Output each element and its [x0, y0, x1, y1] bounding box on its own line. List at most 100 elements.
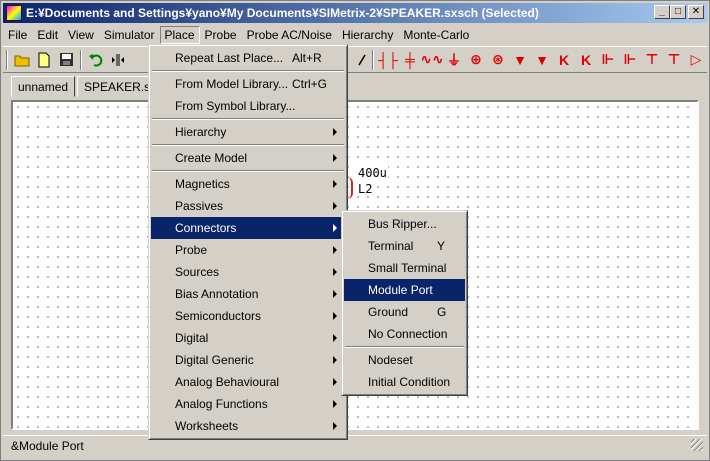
menu-probe[interactable]: Probe [200, 26, 242, 44]
submenu-arrow-icon [333, 356, 337, 364]
tab-unnamed[interactable]: unnamed [11, 76, 76, 97]
menu-item-label: Analog Behavioural [175, 375, 280, 389]
menu-item-label: Probe [175, 243, 208, 257]
close-button[interactable]: ✕ [688, 5, 704, 19]
menu-item-from-symbol-library[interactable]: From Symbol Library... [151, 95, 345, 117]
component-value-label[interactable]: 400u [357, 166, 388, 180]
menu-edit[interactable]: Edit [32, 26, 63, 44]
menu-item-nodeset[interactable]: Nodeset [344, 349, 465, 371]
menu-file[interactable]: File [3, 26, 32, 44]
menu-item-analog-behavioural[interactable]: Analog Behavioural [151, 371, 345, 393]
resistor-icon[interactable]: ┤├ [377, 49, 399, 71]
menu-item-label: From Model Library... [175, 77, 289, 91]
submenu-arrow-icon [333, 180, 337, 188]
undo-icon[interactable] [85, 49, 107, 71]
menu-item-magnetics[interactable]: Magnetics [151, 173, 345, 195]
menu-item-terminal[interactable]: Terminal Y [344, 235, 465, 257]
current-source-icon[interactable]: ⊛ [487, 49, 509, 71]
menu-item-connectors[interactable]: Connectors [151, 217, 345, 239]
status-text: &Module Port [11, 438, 84, 453]
menu-item-label: Digital Generic [175, 353, 254, 367]
menu-item-sources[interactable]: Sources [151, 261, 345, 283]
opamp-icon[interactable]: ▷ [685, 49, 707, 71]
menu-divider [345, 346, 464, 348]
connectors-submenu: Bus Ripper... Terminal Y Small Terminal M… [341, 210, 468, 396]
menu-item-label: Module Port [368, 283, 433, 297]
menu-item-bias-annotation[interactable]: Bias Annotation [151, 283, 345, 305]
voltage-source-icon[interactable]: ⊕ [465, 49, 487, 71]
menu-divider [152, 70, 344, 72]
nmos-icon[interactable]: ⊩ [597, 49, 619, 71]
menu-item-no-connection[interactable]: No Connection [344, 323, 465, 345]
menu-item-label: Sources [175, 265, 220, 279]
menu-item-digital-generic[interactable]: Digital Generic [151, 349, 345, 371]
menu-item-label: Bias Annotation [175, 287, 259, 301]
pnp-transistor-icon[interactable]: K [575, 49, 597, 71]
menu-item-shortcut: G [437, 305, 447, 319]
component-ref-label[interactable]: L2 [357, 182, 374, 196]
save-icon[interactable] [55, 49, 77, 71]
menu-item-small-terminal[interactable]: Small Terminal [344, 257, 465, 279]
submenu-arrow-icon [333, 290, 337, 298]
menu-item-digital[interactable]: Digital [151, 327, 345, 349]
menu-item-ground[interactable]: Ground G [344, 301, 465, 323]
menu-probe-ac-noise[interactable]: Probe AC/Noise [242, 26, 337, 44]
menu-monte-carlo[interactable]: Monte-Carlo [398, 26, 474, 44]
menu-item-semiconductors[interactable]: Semiconductors [151, 305, 345, 327]
submenu-arrow-icon [333, 154, 337, 162]
menu-place[interactable]: Place [159, 26, 200, 44]
menu-item-initial-condition[interactable]: Initial Condition [344, 371, 465, 393]
njfet-icon[interactable]: ⊤ [641, 49, 663, 71]
menu-item-label: Magnetics [175, 177, 230, 191]
menu-item-bus-ripper[interactable]: Bus Ripper... [344, 213, 465, 235]
menu-item-label: Small Terminal [368, 261, 447, 275]
menu-item-worksheets[interactable]: Worksheets [151, 415, 345, 437]
submenu-arrow-icon [333, 400, 337, 408]
submenu-arrow-icon [333, 128, 337, 136]
menu-item-repeat-last-place[interactable]: Repeat Last Place... Alt+R [151, 47, 345, 69]
pmos-icon[interactable]: ⊩ [619, 49, 641, 71]
capacitor-icon[interactable]: ╪ [399, 49, 421, 71]
menu-item-label: Worksheets [175, 419, 239, 433]
title-bar[interactable]: E:¥Documents and Settings¥yano¥My Docume… [3, 3, 707, 23]
menu-item-label: Ground [368, 305, 409, 319]
menu-item-analog-functions[interactable]: Analog Functions [151, 393, 345, 415]
menu-item-probe[interactable]: Probe [151, 239, 345, 261]
window-controls: _ □ ✕ [654, 5, 704, 19]
submenu-arrow-icon [333, 312, 337, 320]
menu-hierarchy[interactable]: Hierarchy [337, 26, 398, 44]
submenu-arrow-icon [333, 422, 337, 430]
resize-grip-icon[interactable] [691, 439, 703, 451]
menu-view[interactable]: View [63, 26, 99, 44]
pjfet-icon[interactable]: ⊤ [663, 49, 685, 71]
menu-item-from-model-library[interactable]: From Model Library... Ctrl+G [151, 73, 345, 95]
menu-item-label: Passives [175, 199, 224, 213]
menu-item-create-model[interactable]: Create Model [151, 147, 345, 169]
window-title: E:¥Documents and Settings¥yano¥My Docume… [26, 6, 539, 20]
menu-divider [152, 118, 344, 120]
menu-item-label: Connectors [175, 221, 237, 235]
menu-item-hierarchy[interactable]: Hierarchy [151, 121, 345, 143]
status-bar: &Module Port [3, 435, 707, 455]
zener-diode-icon[interactable]: ▼ [531, 49, 553, 71]
minimize-button[interactable]: _ [654, 5, 670, 19]
diode-icon[interactable]: ▼ [509, 49, 531, 71]
menu-simulator[interactable]: Simulator [99, 26, 160, 44]
npn-transistor-icon[interactable]: K [553, 49, 575, 71]
menu-item-label: Analog Functions [175, 397, 268, 411]
menu-item-label: Terminal [368, 239, 414, 253]
menu-divider [152, 144, 344, 146]
rotate-icon[interactable] [355, 49, 369, 71]
flip-icon[interactable] [107, 49, 129, 71]
menu-item-module-port[interactable]: Module Port [344, 279, 465, 301]
maximize-button[interactable]: □ [670, 5, 686, 19]
menu-item-shortcut: Y [437, 239, 446, 253]
new-file-icon[interactable] [33, 49, 55, 71]
ground-icon[interactable]: ⏚ [443, 49, 465, 71]
menu-item-label: Bus Ripper... [368, 217, 437, 231]
inductor-icon[interactable]: ∿∿ [420, 49, 443, 71]
open-folder-icon[interactable] [11, 49, 33, 71]
menu-item-passives[interactable]: Passives [151, 195, 345, 217]
menu-item-label: Nodeset [368, 353, 413, 367]
menu-item-label: From Symbol Library... [175, 99, 296, 113]
